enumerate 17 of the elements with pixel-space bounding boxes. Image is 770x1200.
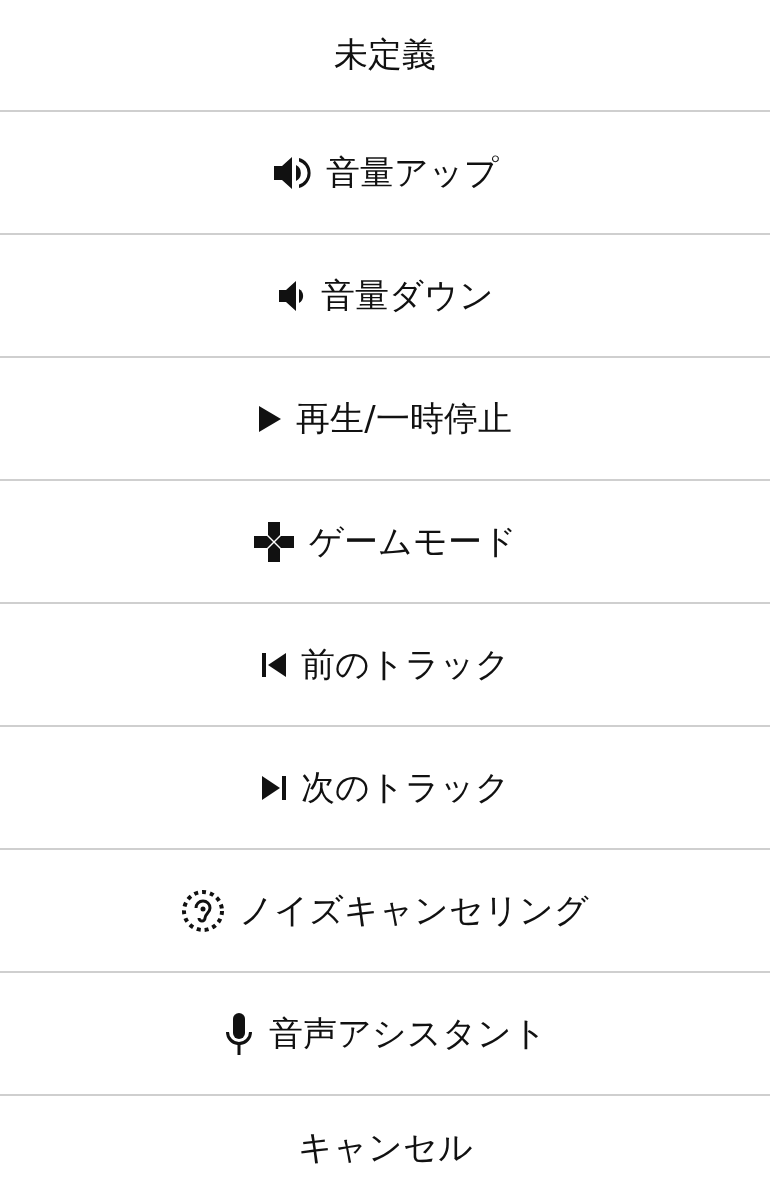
menu-item[interactable]: キャンセル [0, 1096, 770, 1200]
next-track-icon [260, 774, 287, 801]
speaker-icon [271, 154, 312, 191]
menu-item[interactable]: 未定義 [0, 0, 770, 110]
menu-item[interactable]: 音量アップ [0, 112, 770, 233]
menu-item[interactable]: 次のトラック [0, 727, 770, 848]
ear-icon [181, 888, 225, 933]
play-icon [258, 404, 283, 433]
menu-item[interactable]: ノイズキャンセリング [0, 850, 770, 971]
gamepad-icon [253, 520, 295, 563]
menu-item[interactable]: 音声アシスタント [0, 973, 770, 1094]
menu-item[interactable]: 前のトラック [0, 604, 770, 725]
previous-track-icon [260, 651, 287, 678]
menu-item[interactable]: ゲームモード [0, 481, 770, 602]
microphone-icon [223, 1011, 255, 1056]
menu-item[interactable]: 音量ダウン [0, 235, 770, 356]
menu-item[interactable]: 再生/一時停止 [0, 358, 770, 479]
